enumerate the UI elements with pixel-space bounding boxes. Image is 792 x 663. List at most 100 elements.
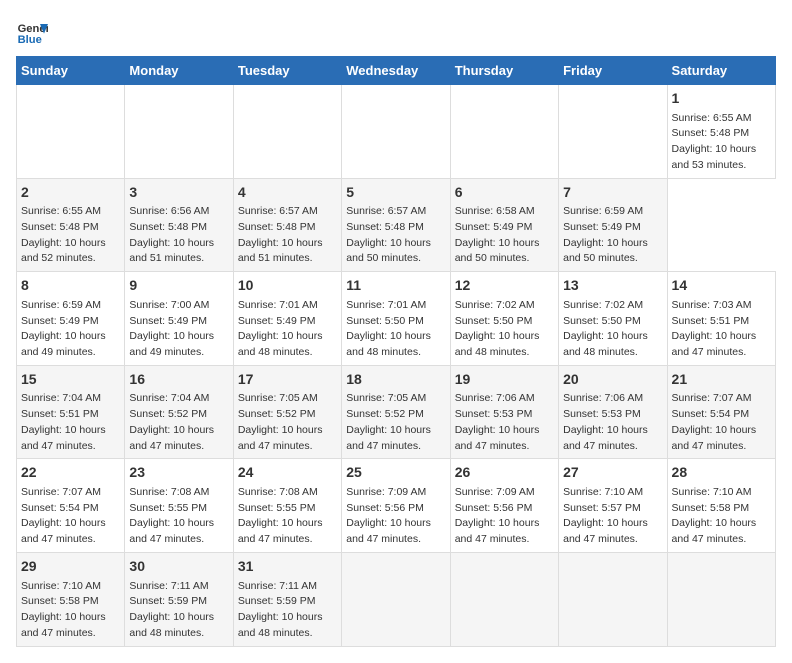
cell-3-3: 18Sunrise: 7:05 AM Sunset: 5:52 PM Dayli… bbox=[342, 365, 450, 459]
cell-0-3 bbox=[342, 85, 450, 179]
col-tuesday: Tuesday bbox=[233, 57, 341, 85]
cell-2-2: 10Sunrise: 7:01 AM Sunset: 5:49 PM Dayli… bbox=[233, 272, 341, 366]
cell-5-4 bbox=[450, 552, 558, 646]
day-info: Sunrise: 7:10 AM Sunset: 5:58 PM Dayligh… bbox=[672, 485, 771, 548]
day-number: 7 bbox=[563, 183, 662, 203]
day-number: 31 bbox=[238, 557, 337, 577]
day-info: Sunrise: 7:03 AM Sunset: 5:51 PM Dayligh… bbox=[672, 298, 771, 361]
day-number: 11 bbox=[346, 276, 445, 296]
day-number: 14 bbox=[672, 276, 771, 296]
calendar-header: Sunday Monday Tuesday Wednesday Thursday… bbox=[17, 57, 776, 85]
cell-4-6: 28Sunrise: 7:10 AM Sunset: 5:58 PM Dayli… bbox=[667, 459, 775, 553]
day-number: 5 bbox=[346, 183, 445, 203]
day-info: Sunrise: 7:07 AM Sunset: 5:54 PM Dayligh… bbox=[672, 391, 771, 454]
cell-3-2: 17Sunrise: 7:05 AM Sunset: 5:52 PM Dayli… bbox=[233, 365, 341, 459]
logo-icon: General Blue bbox=[16, 16, 48, 48]
day-number: 17 bbox=[238, 370, 337, 390]
day-info: Sunrise: 6:56 AM Sunset: 5:48 PM Dayligh… bbox=[129, 204, 228, 267]
logo: General Blue bbox=[16, 16, 52, 48]
cell-4-4: 26Sunrise: 7:09 AM Sunset: 5:56 PM Dayli… bbox=[450, 459, 558, 553]
col-sunday: Sunday bbox=[17, 57, 125, 85]
day-number: 8 bbox=[21, 276, 120, 296]
day-info: Sunrise: 6:57 AM Sunset: 5:48 PM Dayligh… bbox=[238, 204, 337, 267]
day-number: 6 bbox=[455, 183, 554, 203]
cell-1-4: 6Sunrise: 6:58 AM Sunset: 5:49 PM Daylig… bbox=[450, 178, 558, 272]
day-number: 22 bbox=[21, 463, 120, 483]
week-row-0: 1Sunrise: 6:55 AM Sunset: 5:48 PM Daylig… bbox=[17, 85, 776, 179]
cell-5-5 bbox=[559, 552, 667, 646]
cell-3-5: 20Sunrise: 7:06 AM Sunset: 5:53 PM Dayli… bbox=[559, 365, 667, 459]
cell-0-1 bbox=[125, 85, 233, 179]
day-number: 10 bbox=[238, 276, 337, 296]
day-number: 26 bbox=[455, 463, 554, 483]
day-info: Sunrise: 7:06 AM Sunset: 5:53 PM Dayligh… bbox=[455, 391, 554, 454]
header-row: Sunday Monday Tuesday Wednesday Thursday… bbox=[17, 57, 776, 85]
cell-1-5: 7Sunrise: 6:59 AM Sunset: 5:49 PM Daylig… bbox=[559, 178, 667, 272]
week-row-3: 15Sunrise: 7:04 AM Sunset: 5:51 PM Dayli… bbox=[17, 365, 776, 459]
cell-0-2 bbox=[233, 85, 341, 179]
cell-2-1: 9Sunrise: 7:00 AM Sunset: 5:49 PM Daylig… bbox=[125, 272, 233, 366]
day-info: Sunrise: 7:01 AM Sunset: 5:50 PM Dayligh… bbox=[346, 298, 445, 361]
cell-3-4: 19Sunrise: 7:06 AM Sunset: 5:53 PM Dayli… bbox=[450, 365, 558, 459]
day-info: Sunrise: 7:01 AM Sunset: 5:49 PM Dayligh… bbox=[238, 298, 337, 361]
cell-4-5: 27Sunrise: 7:10 AM Sunset: 5:57 PM Dayli… bbox=[559, 459, 667, 553]
day-number: 19 bbox=[455, 370, 554, 390]
cell-4-1: 23Sunrise: 7:08 AM Sunset: 5:55 PM Dayli… bbox=[125, 459, 233, 553]
day-number: 18 bbox=[346, 370, 445, 390]
day-number: 1 bbox=[672, 89, 771, 109]
week-row-2: 8Sunrise: 6:59 AM Sunset: 5:49 PM Daylig… bbox=[17, 272, 776, 366]
day-info: Sunrise: 7:06 AM Sunset: 5:53 PM Dayligh… bbox=[563, 391, 662, 454]
day-number: 15 bbox=[21, 370, 120, 390]
cell-0-4 bbox=[450, 85, 558, 179]
day-number: 29 bbox=[21, 557, 120, 577]
day-number: 30 bbox=[129, 557, 228, 577]
day-info: Sunrise: 7:10 AM Sunset: 5:58 PM Dayligh… bbox=[21, 579, 120, 642]
day-info: Sunrise: 7:08 AM Sunset: 5:55 PM Dayligh… bbox=[129, 485, 228, 548]
day-info: Sunrise: 7:04 AM Sunset: 5:52 PM Dayligh… bbox=[129, 391, 228, 454]
cell-0-5 bbox=[559, 85, 667, 179]
cell-2-4: 12Sunrise: 7:02 AM Sunset: 5:50 PM Dayli… bbox=[450, 272, 558, 366]
day-number: 27 bbox=[563, 463, 662, 483]
day-info: Sunrise: 6:59 AM Sunset: 5:49 PM Dayligh… bbox=[21, 298, 120, 361]
cell-1-3: 5Sunrise: 6:57 AM Sunset: 5:48 PM Daylig… bbox=[342, 178, 450, 272]
week-row-1: 2Sunrise: 6:55 AM Sunset: 5:48 PM Daylig… bbox=[17, 178, 776, 272]
day-info: Sunrise: 6:58 AM Sunset: 5:49 PM Dayligh… bbox=[455, 204, 554, 267]
col-thursday: Thursday bbox=[450, 57, 558, 85]
svg-text:Blue: Blue bbox=[18, 34, 42, 46]
day-info: Sunrise: 7:09 AM Sunset: 5:56 PM Dayligh… bbox=[346, 485, 445, 548]
week-row-5: 29Sunrise: 7:10 AM Sunset: 5:58 PM Dayli… bbox=[17, 552, 776, 646]
cell-4-3: 25Sunrise: 7:09 AM Sunset: 5:56 PM Dayli… bbox=[342, 459, 450, 553]
day-info: Sunrise: 6:55 AM Sunset: 5:48 PM Dayligh… bbox=[672, 111, 771, 174]
day-info: Sunrise: 7:00 AM Sunset: 5:49 PM Dayligh… bbox=[129, 298, 228, 361]
day-number: 9 bbox=[129, 276, 228, 296]
day-number: 28 bbox=[672, 463, 771, 483]
cell-3-6: 21Sunrise: 7:07 AM Sunset: 5:54 PM Dayli… bbox=[667, 365, 775, 459]
day-number: 20 bbox=[563, 370, 662, 390]
page-header: General Blue bbox=[16, 16, 776, 48]
day-number: 24 bbox=[238, 463, 337, 483]
cell-0-6: 1Sunrise: 6:55 AM Sunset: 5:48 PM Daylig… bbox=[667, 85, 775, 179]
day-info: Sunrise: 7:11 AM Sunset: 5:59 PM Dayligh… bbox=[129, 579, 228, 642]
day-info: Sunrise: 7:04 AM Sunset: 5:51 PM Dayligh… bbox=[21, 391, 120, 454]
cell-2-6: 14Sunrise: 7:03 AM Sunset: 5:51 PM Dayli… bbox=[667, 272, 775, 366]
cell-5-2: 31Sunrise: 7:11 AM Sunset: 5:59 PM Dayli… bbox=[233, 552, 341, 646]
day-info: Sunrise: 7:08 AM Sunset: 5:55 PM Dayligh… bbox=[238, 485, 337, 548]
day-number: 4 bbox=[238, 183, 337, 203]
cell-4-0: 22Sunrise: 7:07 AM Sunset: 5:54 PM Dayli… bbox=[17, 459, 125, 553]
day-number: 12 bbox=[455, 276, 554, 296]
day-info: Sunrise: 7:05 AM Sunset: 5:52 PM Dayligh… bbox=[346, 391, 445, 454]
day-info: Sunrise: 6:55 AM Sunset: 5:48 PM Dayligh… bbox=[21, 204, 120, 267]
col-monday: Monday bbox=[125, 57, 233, 85]
cell-3-0: 15Sunrise: 7:04 AM Sunset: 5:51 PM Dayli… bbox=[17, 365, 125, 459]
day-number: 23 bbox=[129, 463, 228, 483]
day-info: Sunrise: 6:59 AM Sunset: 5:49 PM Dayligh… bbox=[563, 204, 662, 267]
cell-2-0: 8Sunrise: 6:59 AM Sunset: 5:49 PM Daylig… bbox=[17, 272, 125, 366]
day-info: Sunrise: 7:11 AM Sunset: 5:59 PM Dayligh… bbox=[238, 579, 337, 642]
week-row-4: 22Sunrise: 7:07 AM Sunset: 5:54 PM Dayli… bbox=[17, 459, 776, 553]
calendar-body: 1Sunrise: 6:55 AM Sunset: 5:48 PM Daylig… bbox=[17, 85, 776, 647]
cell-2-3: 11Sunrise: 7:01 AM Sunset: 5:50 PM Dayli… bbox=[342, 272, 450, 366]
day-number: 2 bbox=[21, 183, 120, 203]
day-number: 3 bbox=[129, 183, 228, 203]
cell-4-2: 24Sunrise: 7:08 AM Sunset: 5:55 PM Dayli… bbox=[233, 459, 341, 553]
cell-5-0: 29Sunrise: 7:10 AM Sunset: 5:58 PM Dayli… bbox=[17, 552, 125, 646]
